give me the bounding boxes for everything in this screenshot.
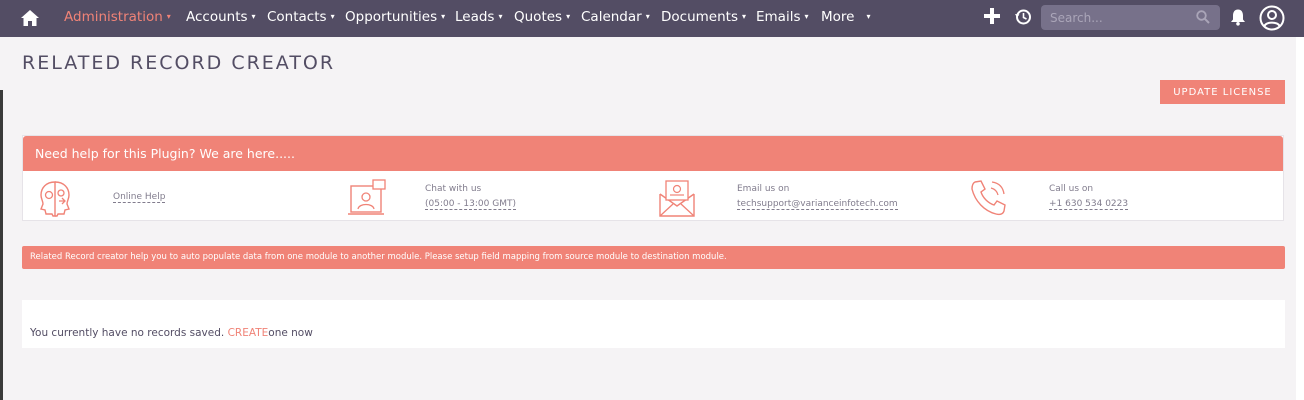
chevron-down-icon: ▾ (166, 12, 171, 21)
search-icon[interactable] (1196, 10, 1210, 24)
email-link[interactable]: techsupport@varianceinfotech.com (737, 199, 898, 210)
nav-item-emails[interactable]: Emails ▾ (756, 0, 809, 33)
nav-item-more[interactable]: More ▾ (821, 0, 870, 33)
nav-item-label: Leads (455, 9, 495, 25)
user-avatar-icon[interactable] (1259, 5, 1285, 31)
online-help-block: Online Help (113, 190, 166, 205)
create-link[interactable]: CREATE (228, 327, 269, 339)
chevron-down-icon: ▾ (251, 12, 256, 21)
history-icon[interactable] (1014, 8, 1032, 26)
nav-item-calendar[interactable]: Calendar ▾ (581, 0, 650, 33)
nav-item-label: Opportunities (345, 9, 438, 25)
records-panel: You currently have no records saved. CRE… (22, 300, 1285, 348)
chevron-down-icon: ▾ (741, 12, 746, 21)
nav-item-contacts[interactable]: Contacts ▾ (267, 0, 335, 33)
nav-item-label: Documents (661, 9, 738, 25)
chevron-down-icon: ▾ (645, 12, 650, 21)
help-panel: Need help for this Plugin? We are here..… (22, 135, 1284, 221)
nav-item-documents[interactable]: Documents ▾ (661, 0, 746, 33)
nav-item-label: Calendar (581, 9, 642, 25)
chevron-down-icon: ▾ (866, 12, 871, 21)
call-block: Call us on +1 630 534 0223 (1049, 182, 1129, 212)
plus-icon[interactable] (983, 7, 1001, 25)
email-envelope-icon (659, 180, 695, 217)
window-edge-divider (0, 90, 3, 400)
chat-support-icon (348, 179, 386, 215)
nav-item-label: Quotes (514, 9, 563, 25)
nav-item-label: More (821, 9, 855, 25)
empty-records-suffix: one now (268, 327, 313, 339)
chat-label: Chat with us (425, 184, 482, 194)
search-input[interactable] (1041, 5, 1191, 30)
nav-item-label: Accounts (186, 9, 248, 25)
chevron-down-icon: ▾ (330, 12, 335, 21)
empty-records-prefix: You currently have no records saved. (30, 327, 228, 339)
nav-item-label: Contacts (267, 9, 327, 25)
nav-item-quotes[interactable]: Quotes ▾ (514, 0, 570, 33)
chevron-down-icon: ▾ (566, 12, 571, 21)
scrollbar-track[interactable] (1296, 37, 1304, 400)
nav-item-label: Emails (756, 9, 801, 25)
chevron-down-icon: ▾ (498, 12, 503, 21)
nav-item-opportunities[interactable]: Opportunities ▾ (345, 0, 445, 33)
top-nav-bar: Administration ▾ Accounts ▾ Contacts ▾ Oppo… (0, 0, 1304, 37)
phone-link[interactable]: +1 630 534 0223 (1049, 199, 1129, 210)
online-help-link[interactable]: Online Help (113, 192, 166, 203)
nav-item-administration[interactable]: Administration ▾ (64, 0, 171, 33)
nav-item-leads[interactable]: Leads ▾ (455, 0, 502, 33)
call-label: Call us on (1049, 184, 1094, 194)
email-label: Email us on (737, 184, 790, 194)
info-banner: Related Record creator help you to auto … (22, 246, 1285, 269)
bell-icon[interactable] (1230, 8, 1246, 26)
chat-block: Chat with us (05:00 - 13:00 GMT) (425, 182, 516, 212)
search-box[interactable] (1041, 5, 1220, 30)
chevron-down-icon: ▾ (804, 12, 809, 21)
nav-item-label: Administration (64, 9, 163, 25)
nav-item-accounts[interactable]: Accounts ▾ (186, 0, 256, 33)
help-panel-heading: Need help for this Plugin? We are here..… (23, 136, 1283, 171)
chat-hours[interactable]: (05:00 - 13:00 GMT) (425, 199, 516, 210)
chevron-down-icon: ▾ (441, 12, 446, 21)
phone-call-icon (971, 180, 1006, 216)
empty-records-message: You currently have no records saved. CRE… (30, 327, 313, 339)
home-icon[interactable] (20, 8, 40, 28)
email-block: Email us on techsupport@varianceinfotech… (737, 182, 898, 212)
head-gears-icon (40, 181, 70, 217)
page-title: RELATED RECORD CREATOR (22, 52, 336, 74)
update-license-button[interactable]: UPDATE LICENSE (1160, 80, 1285, 104)
